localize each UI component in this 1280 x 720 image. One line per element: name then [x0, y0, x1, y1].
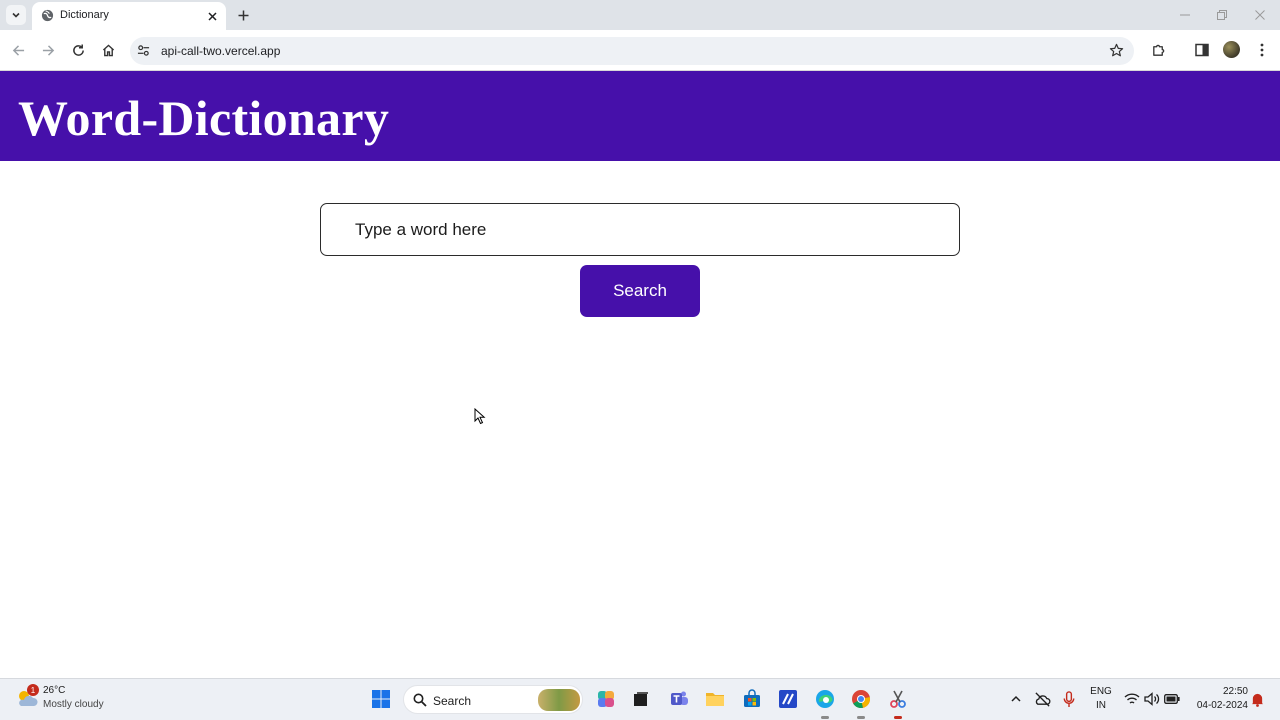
- show-hidden-icons-button[interactable]: [1004, 687, 1028, 711]
- search-highlight-image: [538, 689, 580, 711]
- task-view-button[interactable]: [629, 687, 653, 711]
- arrow-left-icon: [12, 44, 24, 56]
- edge-running-indicator: [821, 716, 829, 719]
- restore-button[interactable]: [1213, 6, 1231, 24]
- new-tab-button[interactable]: [234, 6, 252, 24]
- microsoft-store-app[interactable]: [740, 687, 764, 711]
- profile-avatar[interactable]: [1223, 41, 1240, 58]
- page-title: Word-Dictionary: [18, 90, 390, 146]
- chrome-running-indicator: [857, 716, 865, 719]
- weather-condition: Mostly cloudy: [43, 699, 104, 710]
- tab-close-button[interactable]: [204, 8, 220, 24]
- home-button[interactable]: [98, 40, 118, 60]
- bell-icon: [1251, 693, 1263, 707]
- minimize-icon: [1180, 14, 1190, 16]
- snipping-running-indicator: [894, 716, 902, 719]
- speaker-icon: [1144, 692, 1160, 706]
- microphone-status[interactable]: [1057, 687, 1081, 711]
- chevron-up-icon: [1011, 695, 1021, 702]
- teams-app[interactable]: [667, 687, 691, 711]
- search-button[interactable]: Search: [580, 265, 700, 317]
- search-icon: [413, 693, 427, 707]
- close-window-button[interactable]: [1251, 6, 1269, 24]
- more-vertical-icon: [1260, 43, 1264, 57]
- copilot-app[interactable]: [594, 687, 618, 711]
- clock-date: 04-02-2024: [1196, 700, 1248, 711]
- edge-icon: [816, 690, 834, 708]
- taskbar-search-box[interactable]: Search: [403, 685, 583, 714]
- site-header: Word-Dictionary: [0, 71, 1280, 161]
- onedrive-status[interactable]: [1030, 687, 1054, 711]
- battery-status[interactable]: [1160, 687, 1184, 711]
- bookmark-star-icon[interactable]: [1109, 43, 1124, 58]
- chevron-down-icon: [12, 12, 20, 18]
- task-view-icon: [634, 692, 648, 706]
- teams-icon: [671, 691, 688, 705]
- start-button[interactable]: [369, 687, 393, 711]
- globe-icon: [41, 9, 54, 22]
- browser-toolbar: api-call-two.vercel.app: [0, 30, 1280, 71]
- notification-badge: 1: [27, 684, 39, 696]
- extensions-button[interactable]: [1148, 40, 1168, 60]
- microphone-icon: [1063, 690, 1075, 707]
- battery-icon: [1164, 694, 1180, 704]
- clock-time[interactable]: 22:50: [1188, 686, 1248, 697]
- site-settings-icon[interactable]: [137, 44, 150, 57]
- language-region: IN: [1096, 700, 1106, 711]
- tab-title: Dictionary: [60, 9, 109, 21]
- close-icon: [207, 11, 217, 21]
- minimize-button[interactable]: [1176, 6, 1194, 24]
- scissors-icon: [890, 690, 906, 708]
- browser-tab[interactable]: Dictionary: [32, 2, 226, 30]
- taskbar-search-label: Search: [433, 694, 472, 708]
- store-icon: [744, 689, 760, 707]
- close-icon: [1255, 10, 1265, 20]
- code-editor-icon: [779, 690, 797, 708]
- address-bar[interactable]: api-call-two.vercel.app: [130, 37, 1134, 65]
- snipping-tool-app[interactable]: [886, 687, 910, 711]
- notifications-button[interactable]: [1245, 687, 1269, 711]
- browser-tab-strip: Dictionary: [0, 0, 1280, 30]
- restore-icon: [1217, 10, 1227, 20]
- edge-app[interactable]: [813, 687, 837, 711]
- windows-logo-icon: [372, 690, 390, 708]
- folder-icon: [706, 693, 724, 706]
- cloud-off-icon: [1034, 691, 1050, 707]
- home-icon: [102, 43, 114, 56]
- reload-button[interactable]: [68, 40, 88, 60]
- plus-icon: [238, 10, 248, 20]
- puzzle-icon: [1152, 44, 1164, 56]
- chrome-app[interactable]: [849, 687, 873, 711]
- side-panel-button[interactable]: [1192, 40, 1212, 60]
- browser-menu-button[interactable]: [1252, 40, 1272, 60]
- mouse-cursor-icon: [474, 408, 486, 425]
- url-text: api-call-two.vercel.app: [161, 44, 281, 58]
- weather-temperature: 26°C: [43, 685, 66, 696]
- tab-search-button[interactable]: [6, 5, 26, 25]
- file-explorer-app[interactable]: [703, 687, 727, 711]
- windows-taskbar: 1 26°C Mostly cloudy Search ENG IN 22:50…: [0, 678, 1280, 720]
- copilot-icon: [598, 691, 614, 707]
- vscode-app[interactable]: [776, 687, 800, 711]
- side-panel-icon: [1195, 43, 1209, 57]
- language-code[interactable]: ENG: [1088, 686, 1114, 697]
- chrome-icon: [852, 690, 871, 709]
- forward-button[interactable]: [38, 40, 58, 60]
- wifi-icon: [1124, 693, 1140, 704]
- back-button[interactable]: [8, 40, 28, 60]
- reload-icon: [72, 43, 84, 56]
- word-search-input[interactable]: [320, 203, 960, 256]
- arrow-right-icon: [42, 44, 54, 56]
